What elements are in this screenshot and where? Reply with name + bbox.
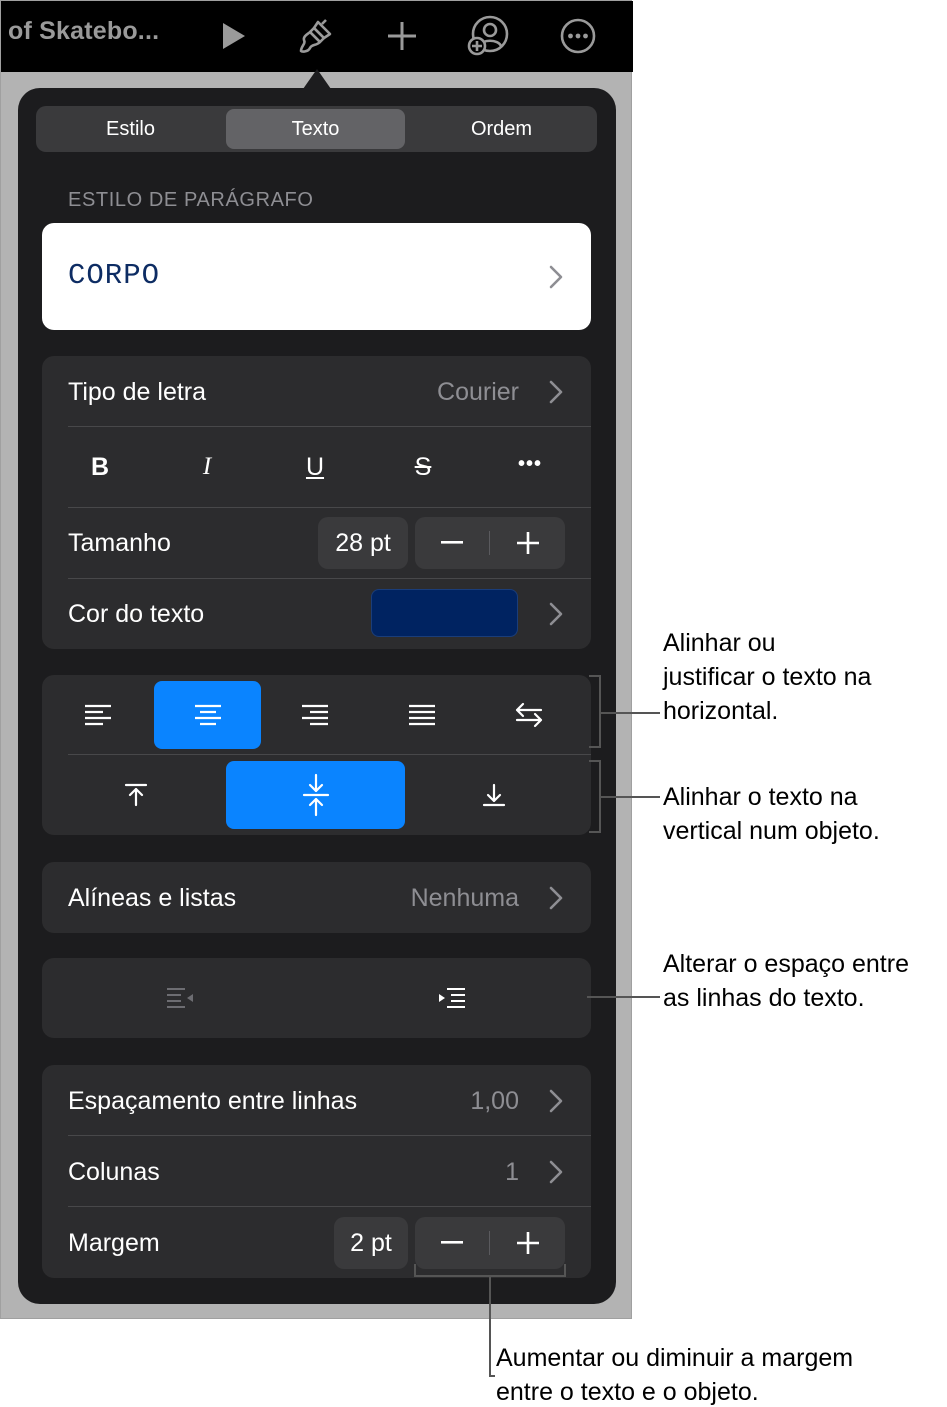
callout-line: Alinhar ou <box>663 629 776 657</box>
callout-line: vertical num objeto. <box>663 817 880 845</box>
callout-line: Alinhar o texto na <box>663 783 858 811</box>
callout-horizontal-alignment: Alinhar ou justificar o texto na horizon… <box>663 626 871 728</box>
callout-margin: Aumentar ou diminuir a margem entre o te… <box>496 1341 853 1407</box>
callout-vertical-alignment: Alinhar o texto na vertical num objeto. <box>663 780 880 848</box>
callout-line: Alterar o espaço entre <box>663 950 909 978</box>
callout-line: as linhas do texto. <box>663 984 865 1012</box>
callout-indent: Alterar o espaço entre as linhas do text… <box>663 947 909 1015</box>
callout-line: Aumentar ou diminuir a margem <box>496 1344 854 1372</box>
callout-line: horizontal. <box>663 697 779 725</box>
callout-line: justificar o texto na <box>663 663 872 691</box>
callout-line: entre o texto e o objeto. <box>496 1378 759 1406</box>
